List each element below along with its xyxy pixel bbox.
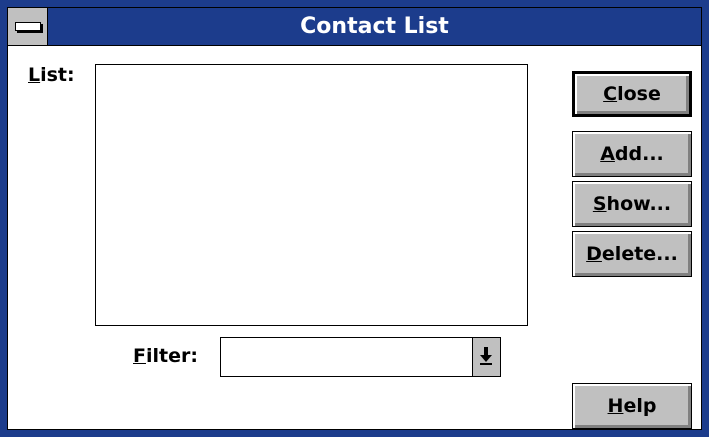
- help-button-accelerator: H: [607, 395, 624, 417]
- system-menu-icon: [15, 22, 41, 31]
- filter-dropdown-button[interactable]: [472, 338, 500, 376]
- system-menu-button[interactable]: [8, 8, 48, 45]
- filter-combobox[interactable]: [220, 337, 501, 377]
- dropdown-arrow-icon: [480, 347, 492, 365]
- contact-listbox[interactable]: [95, 64, 528, 326]
- delete-button-label: elete...: [601, 243, 678, 265]
- add-button[interactable]: Add...: [572, 131, 692, 177]
- close-button-label: lose: [617, 83, 661, 105]
- dialog-client-area: List: Filter: Close Add... Show... Delet…: [8, 46, 701, 429]
- filter-label-text: ilter:: [145, 345, 198, 367]
- filter-label-accelerator: F: [133, 345, 146, 367]
- list-label-accelerator: L: [28, 64, 41, 86]
- add-button-accelerator: A: [600, 143, 615, 165]
- show-button-label: how...: [606, 193, 672, 215]
- list-label: List:: [28, 64, 75, 86]
- help-button[interactable]: Help: [572, 383, 692, 429]
- delete-button[interactable]: Delete...: [572, 231, 692, 277]
- close-button-accelerator: C: [603, 83, 618, 105]
- add-button-label: dd...: [614, 143, 664, 165]
- title-bar[interactable]: Contact List: [8, 8, 701, 46]
- show-button-accelerator: S: [592, 193, 607, 215]
- list-label-text: ist:: [40, 64, 75, 86]
- contact-list-window: Contact List List: Filter: Close Add... …: [0, 0, 709, 437]
- window-title: Contact List: [300, 14, 449, 39]
- filter-label: Filter:: [133, 345, 198, 367]
- window-frame: Contact List List: Filter: Close Add... …: [7, 7, 702, 430]
- help-button-label: elp: [623, 395, 657, 417]
- delete-button-accelerator: D: [586, 243, 602, 265]
- close-button[interactable]: Close: [572, 71, 692, 117]
- show-button[interactable]: Show...: [572, 181, 692, 227]
